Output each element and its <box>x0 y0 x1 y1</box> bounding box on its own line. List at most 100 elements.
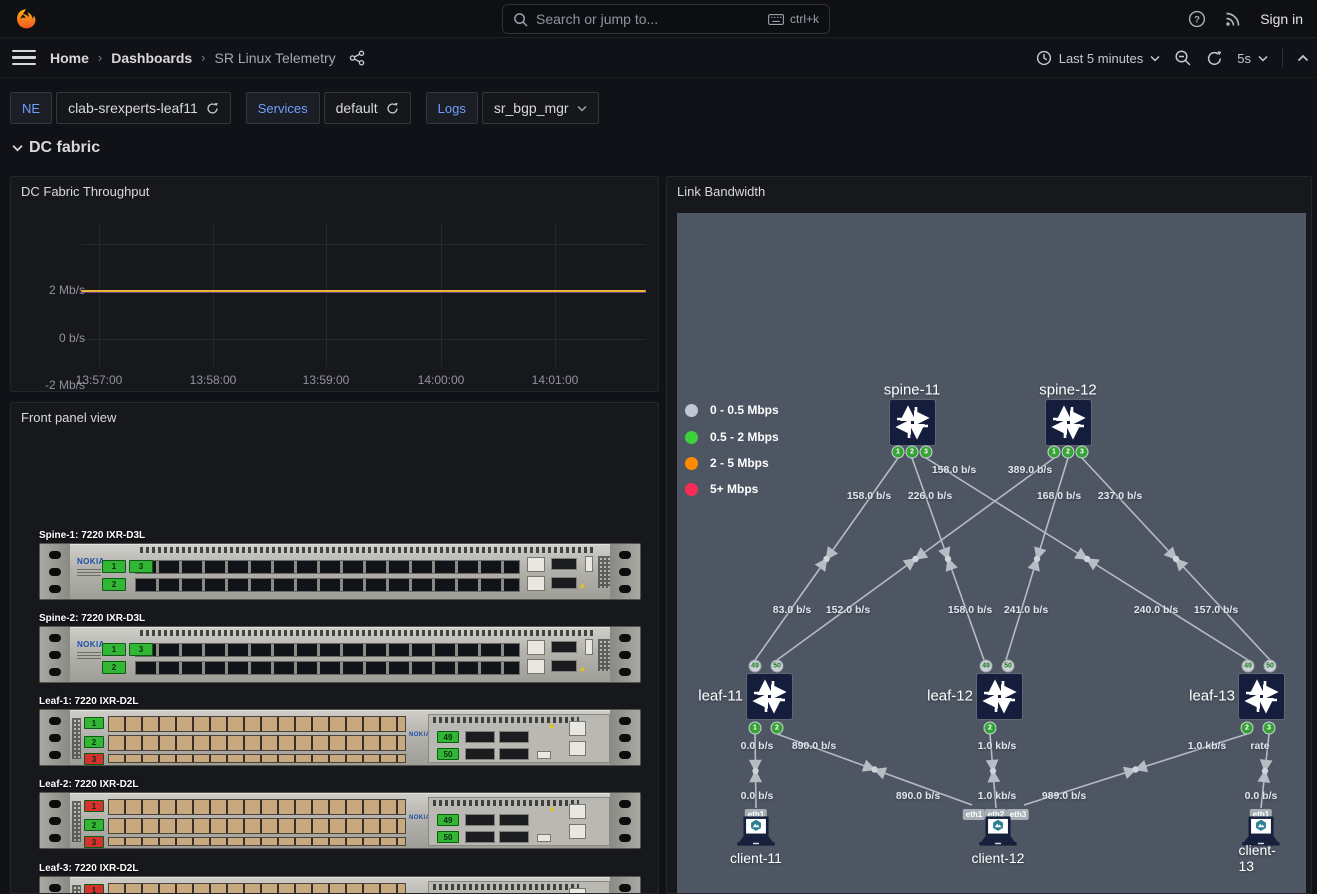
help-icon[interactable]: ? <box>1188 10 1206 28</box>
node-label-client-13: client-13 <box>1239 842 1284 874</box>
gridline <box>555 223 556 367</box>
link-label: 152.0 b/s <box>826 604 870 616</box>
port-bank <box>108 754 406 763</box>
device-label: Leaf-2: 7220 IXR-D2L <box>39 779 138 790</box>
rack-ear <box>40 710 70 765</box>
series-line-throughput <box>81 290 646 292</box>
port-bank <box>108 818 406 834</box>
qsfp-slot <box>465 831 495 843</box>
model-text <box>77 652 101 660</box>
breadcrumb-dashboards[interactable]: Dashboards <box>111 50 192 66</box>
vent-grid <box>598 556 610 588</box>
toolbar-divider <box>1282 48 1283 68</box>
variable-ne-value[interactable]: clab-srexperts-leaf11 <box>56 92 231 124</box>
panel-title[interactable]: Front panel view <box>21 410 116 425</box>
link-label: 83.0 b/s <box>773 604 812 616</box>
time-range-picker[interactable]: Last 5 minutes <box>1036 50 1161 66</box>
refresh-interval-label: 5s <box>1237 51 1251 66</box>
port-badge: 2 <box>1241 722 1254 735</box>
link-label: 0.0 b/s <box>741 740 774 752</box>
node-spine-12[interactable] <box>1046 400 1091 445</box>
port-badge: 50 <box>771 660 784 673</box>
sfp-slot <box>551 641 577 653</box>
node-label-leaf-12: leaf-12 <box>927 688 973 705</box>
variable-ne: NE clab-srexperts-leaf11 <box>10 92 231 124</box>
section-dc-fabric[interactable]: DC fabric <box>12 139 100 157</box>
series-line-secondary <box>81 292 646 293</box>
warning-mark <box>549 723 554 728</box>
legend-item: 0.5 - 2 Mbps <box>685 430 779 444</box>
rack-ear <box>40 627 70 682</box>
variable-logs-value[interactable]: sr_bgp_mgr <box>482 92 599 124</box>
grafana-flame-icon <box>14 7 38 31</box>
switch-arrows-icon <box>977 674 1022 719</box>
mgmt-port <box>527 576 545 591</box>
node-leaf-12[interactable] <box>977 674 1022 719</box>
breadcrumb-current: SR Linux Telemetry <box>215 50 336 66</box>
breadcrumb-home[interactable]: Home <box>50 50 89 66</box>
switch-arrows-icon <box>747 674 792 719</box>
nav-right-cluster: ? Sign in <box>1188 0 1303 38</box>
node-label-spine-12: spine-12 <box>1039 382 1097 399</box>
node-leaf-11[interactable] <box>747 674 792 719</box>
search-input[interactable] <box>536 11 760 27</box>
variable-logs-label[interactable]: Logs <box>426 92 478 124</box>
device-label: Spine-1: 7220 IXR-D3L <box>39 530 145 541</box>
port-status-badge: 50 <box>437 831 459 843</box>
sfp-slot <box>551 660 577 672</box>
port-status-badge: 49 <box>437 731 459 743</box>
rack-ear <box>610 793 640 848</box>
node-leaf-13[interactable] <box>1239 674 1284 719</box>
port-status-badge: 3 <box>84 753 104 765</box>
port-badge: 2 <box>906 446 919 459</box>
panel-title[interactable]: DC Fabric Throughput <box>21 184 149 199</box>
refresh-interval-picker[interactable]: 5s <box>1237 51 1268 66</box>
variable-logs-value-text: sr_bgp_mgr <box>494 100 569 116</box>
laptop-icon <box>975 815 1021 849</box>
gridline <box>213 223 214 367</box>
legend-label: 0 - 0.5 Mbps <box>710 403 779 417</box>
link-label: 0.0 b/s <box>1245 790 1278 802</box>
node-spine-11[interactable] <box>890 400 935 445</box>
sfp-slot <box>551 577 577 589</box>
mgmt-port <box>569 741 586 756</box>
node-client-12[interactable] <box>975 815 1021 854</box>
refresh-icon[interactable] <box>1206 50 1223 67</box>
port-status-badge: 3 <box>129 560 153 573</box>
port-bank <box>135 578 520 592</box>
vent-grid <box>72 801 81 842</box>
link-label: rate <box>1250 740 1269 752</box>
sign-in-button[interactable]: Sign in <box>1260 11 1303 27</box>
grafana-logo[interactable] <box>14 7 38 31</box>
port-status-badge: 3 <box>84 836 104 848</box>
qsfp-slot <box>499 814 529 826</box>
x-axis-tick: 14:01:00 <box>532 373 579 387</box>
vent-grid <box>72 885 81 894</box>
port-status-badge: 49 <box>437 814 459 826</box>
collapse-up-icon[interactable] <box>1297 54 1309 62</box>
panel-title[interactable]: Link Bandwidth <box>677 184 765 199</box>
mgmt-port <box>527 640 545 655</box>
zoom-out-icon[interactable] <box>1174 49 1192 67</box>
variable-services-value[interactable]: default <box>324 92 411 124</box>
breadcrumb: Home › Dashboards › SR Linux Telemetry <box>50 50 365 66</box>
search-bar[interactable]: ctrl+k <box>502 4 830 34</box>
port-badge: 1 <box>892 446 905 459</box>
mgmt-port <box>569 888 586 894</box>
menu-toggle-button[interactable] <box>12 46 36 70</box>
variable-services-label[interactable]: Services <box>246 92 320 124</box>
node-client-11[interactable] <box>733 815 779 854</box>
news-rss-icon[interactable] <box>1224 10 1242 28</box>
node-label-client-11: client-11 <box>730 850 782 866</box>
panel-dc-fabric-throughput: DC Fabric Throughput 2 Mb/s 0 b/s -2 Mb/… <box>10 176 659 392</box>
usb-port <box>537 751 551 759</box>
variable-ne-label[interactable]: NE <box>10 92 52 124</box>
right-panel: 49 50 <box>428 797 610 846</box>
share-icon[interactable] <box>349 50 365 66</box>
port-bank <box>108 837 406 846</box>
link-label: 1.0 kb/s <box>978 740 1017 752</box>
port-badge: 49 <box>980 660 993 673</box>
vent-grid <box>598 639 610 671</box>
rack-ear <box>40 793 70 848</box>
mgmt-port <box>527 557 545 572</box>
